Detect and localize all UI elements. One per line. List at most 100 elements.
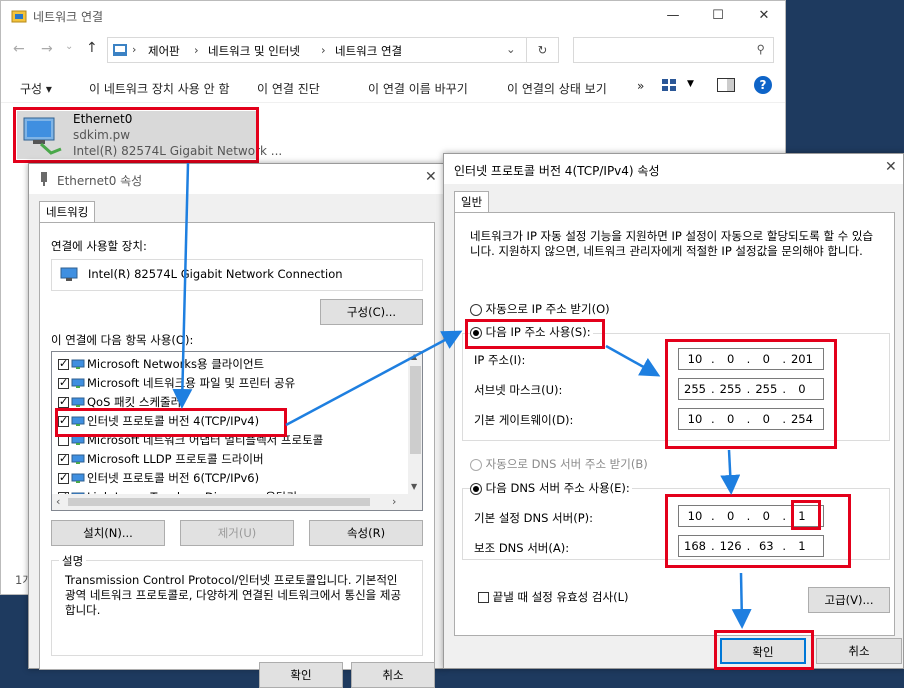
component-checkbox[interactable] [58, 357, 69, 370]
diagnose-command[interactable]: 이 연결 진단 [257, 80, 320, 97]
back-arrow-icon[interactable]: ← [13, 41, 25, 57]
breadcrumb-network-connections[interactable]: 네트워크 연결 [335, 43, 402, 59]
search-input[interactable]: ⚲ [573, 37, 774, 63]
checkbox-indicator [478, 592, 489, 603]
ok-button[interactable]: 확인 [259, 662, 343, 688]
scroll-up-icon[interactable]: ▲ [411, 352, 417, 361]
dns-fields-highlight [665, 494, 851, 568]
hscroll-thumb[interactable] [68, 498, 370, 506]
cancel-button[interactable]: 취소 [351, 662, 435, 688]
ipv4-item-highlight [55, 408, 287, 437]
auto-ip-label: 자동으로 IP 주소 받기(O) [485, 302, 610, 316]
organize-menu[interactable]: 구성 ▾ [20, 80, 52, 97]
manual-dns-label: 다음 DNS 서버 주소 사용(E): [485, 481, 630, 495]
component-item[interactable]: Microsoft 네트워크용 파일 및 프린터 공유 [58, 375, 295, 391]
folder-network-icon [11, 8, 27, 24]
dialog-titlebar: 인터넷 프로토콜 버전 4(TCP/IPv4) 속성 ✕ [444, 154, 903, 184]
component-checkbox[interactable] [58, 452, 69, 465]
tab-general[interactable]: 일반 [454, 191, 490, 212]
properties-button[interactable]: 속성(R) [309, 520, 423, 546]
view-status-command[interactable]: 이 연결의 상태 보기 [507, 80, 607, 97]
manual-ip-highlight [465, 319, 605, 349]
help-icon[interactable]: ? [754, 76, 772, 94]
dialog-title: Ethernet0 속성 [57, 174, 143, 188]
component-label: QoS 패킷 스케줄러 [87, 395, 182, 409]
close-button[interactable]: ✕ [741, 1, 787, 31]
vertical-scrollbar[interactable]: ▲ ▼ [408, 352, 422, 494]
intro-text: 네트워크가 IP 자동 설정 기능을 지원하면 IP 설정이 자동으로 할당되도… [470, 229, 874, 258]
breadcrumb-separator: › [194, 43, 199, 57]
component-item[interactable]: 인터넷 프로토콜 버전 6(TCP/IPv6) [58, 470, 259, 486]
preview-pane-icon[interactable] [717, 78, 735, 95]
radio-indicator-selected [470, 482, 482, 495]
scroll-left-icon[interactable]: ‹ [56, 495, 60, 508]
component-checkbox[interactable] [58, 376, 69, 389]
disable-device-command[interactable]: 이 네트워크 장치 사용 안 함 [89, 80, 230, 97]
ethernet-properties-dialog: Ethernet0 속성 ✕ 네트워킹 연결에 사용할 장치: Intel(R)… [28, 163, 444, 688]
ip-address-label: IP 주소(I): [474, 353, 526, 367]
close-icon[interactable]: ✕ [885, 159, 897, 175]
validate-checkbox[interactable]: 끝낼 때 설정 유효성 검사(L) [478, 589, 628, 605]
network-adapter-small-icon [39, 171, 49, 190]
cancel-button[interactable]: 취소 [816, 638, 902, 664]
auto-ip-radio[interactable]: 자동으로 IP 주소 받기(O) [470, 301, 610, 317]
radio-indicator [470, 303, 482, 316]
component-checkbox[interactable] [58, 471, 69, 484]
component-checkbox[interactable] [58, 395, 69, 408]
description-title: 설명 [59, 553, 87, 569]
dialog-title: 인터넷 프로토콜 버전 4(TCP/IPv4) 속성 [454, 164, 660, 178]
maximize-button[interactable]: ☐ [695, 1, 741, 31]
scroll-down-icon[interactable]: ▼ [411, 482, 417, 491]
preferred-dns-label: 기본 설정 DNS 서버(P): [474, 511, 593, 525]
breadcrumb-separator: › [132, 43, 137, 56]
gateway-label: 기본 게이트웨이(D): [474, 413, 574, 427]
recent-chevron-icon[interactable]: ⌄ [65, 41, 73, 52]
minimize-button[interactable]: — [650, 1, 696, 31]
horizontal-scrollbar[interactable]: ‹ › [52, 494, 422, 510]
view-options-icon[interactable] [661, 77, 677, 96]
scroll-thumb[interactable] [410, 366, 421, 454]
component-item[interactable]: Microsoft Networks용 클라이언트 [58, 356, 264, 372]
auto-dns-label: 자동으로 DNS 서버 주소 받기(B) [485, 457, 648, 471]
up-arrow-icon[interactable]: ↑ [86, 40, 98, 56]
breadcrumb-control-panel[interactable]: 제어판 [148, 43, 180, 59]
component-label: Microsoft Networks용 클라이언트 [87, 357, 265, 371]
component-icon [71, 397, 85, 408]
auto-dns-radio[interactable]: 자동으로 DNS 서버 주소 받기(B) [470, 456, 648, 472]
forward-arrow-icon[interactable]: → [41, 41, 53, 57]
advanced-button[interactable]: 고급(V)... [808, 587, 890, 613]
install-button[interactable]: 설치(N)... [51, 520, 165, 546]
address-dropdown-icon[interactable]: ⌄ [506, 42, 516, 56]
adapter-highlight [13, 107, 259, 163]
search-icon: ⚲ [756, 42, 765, 56]
view-dropdown-icon[interactable]: ▼ [687, 79, 694, 89]
dialog-titlebar: Ethernet0 속성 ✕ [29, 164, 443, 194]
configure-button[interactable]: 구성(C)... [320, 299, 423, 325]
refresh-icon[interactable]: ↻ [526, 37, 559, 63]
ok-button-highlight [714, 630, 814, 670]
remove-button[interactable]: 제거(U) [180, 520, 294, 546]
breadcrumb-network-internet[interactable]: 네트워크 및 인터넷 [208, 43, 300, 59]
alternate-dns-label: 보조 DNS 서버(A): [474, 541, 570, 555]
scroll-right-icon[interactable]: › [392, 495, 396, 508]
connect-using-label: 연결에 사용할 장치: [51, 239, 147, 253]
ip-fields-highlight [665, 339, 837, 449]
component-icon [71, 473, 85, 484]
device-box: Intel(R) 82574L Gigabit Network Connecti… [51, 259, 423, 291]
ipv4-properties-dialog: 인터넷 프로토콜 버전 4(TCP/IPv4) 속성 ✕ 일반 네트워크가 IP… [443, 153, 904, 670]
breadcrumb-separator: › [321, 43, 326, 57]
more-commands[interactable]: » [637, 79, 644, 93]
manual-dns-radio[interactable]: 다음 DNS 서버 주소 사용(E): [470, 480, 632, 496]
close-icon[interactable]: ✕ [425, 169, 437, 185]
component-item[interactable]: Microsoft LLDP 프로토콜 드라이버 [58, 451, 264, 467]
tab-networking[interactable]: 네트워킹 [39, 201, 96, 222]
subnet-mask-label: 서브넷 마스크(U): [474, 383, 563, 397]
radio-indicator-disabled [470, 458, 482, 471]
window-title: 네트워크 연결 [33, 10, 104, 24]
device-name: Intel(R) 82574L Gigabit Network Connecti… [88, 267, 343, 281]
address-bar[interactable]: › 제어판 › 네트워크 및 인터넷 › 네트워크 연결 ⌄ [107, 37, 559, 63]
rename-command[interactable]: 이 연결 이름 바꾸기 [368, 80, 468, 97]
component-icon [71, 359, 85, 370]
component-icon [71, 378, 85, 389]
items-label: 이 연결에 다음 항목 사용(O): [51, 333, 194, 347]
